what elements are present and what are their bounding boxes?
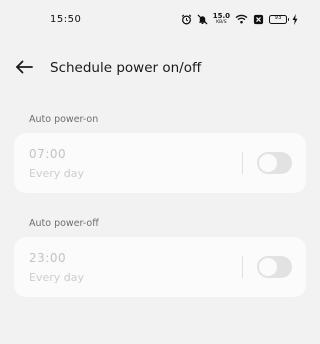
wifi-icon: [235, 14, 248, 24]
power-off-card[interactable]: 23:00 Every day: [14, 237, 306, 297]
page-header: Schedule power on/off: [0, 52, 320, 84]
status-bar: 15:50 15.0 KB/S 93: [0, 0, 320, 40]
status-icons: 15.0 KB/S 93: [181, 11, 298, 27]
network-speed-unit: KB/S: [216, 19, 227, 25]
page-title: Schedule power on/off: [50, 60, 202, 76]
battery-icon: 93: [269, 14, 289, 24]
toggle-knob: [259, 258, 277, 276]
power-on-repeat: Every day: [29, 167, 84, 180]
arrow-left-icon: [15, 59, 33, 78]
battery-level: 93: [274, 15, 282, 22]
section-label-power-off: Auto power-off: [29, 218, 99, 229]
network-speed: 15.0 KB/S: [212, 11, 230, 26]
sim-off-icon: [253, 14, 264, 25]
toggle-knob: [259, 154, 277, 172]
divider: [242, 152, 243, 174]
divider: [242, 256, 243, 278]
section-label-power-on: Auto power-on: [29, 114, 99, 125]
power-on-card[interactable]: 07:00 Every day: [14, 133, 306, 193]
status-time: 15:50: [50, 14, 82, 25]
alarm-icon: [181, 13, 192, 25]
power-on-time: 07:00: [29, 147, 67, 161]
network-speed-value: 15.0: [212, 11, 230, 20]
power-off-time: 23:00: [29, 251, 67, 265]
charging-icon: [292, 13, 298, 25]
power-off-toggle[interactable]: [257, 256, 292, 278]
power-on-toggle[interactable]: [257, 152, 292, 174]
back-button[interactable]: [12, 57, 36, 79]
mute-icon: [197, 13, 208, 25]
power-off-repeat: Every day: [29, 271, 84, 284]
